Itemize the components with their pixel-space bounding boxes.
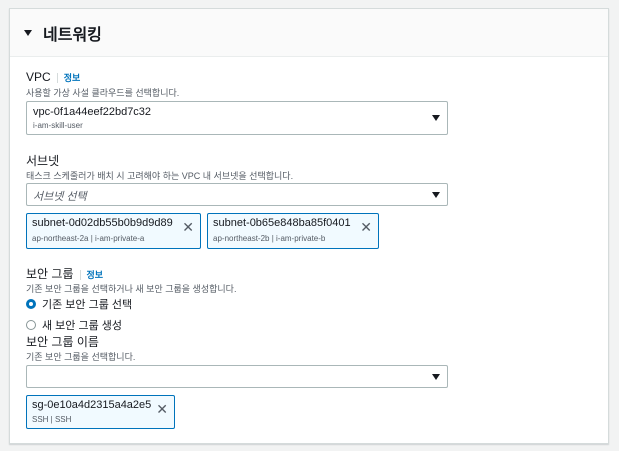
radio-unselected-icon[interactable] xyxy=(26,320,36,330)
security-group-token-detail: SSH | SSH xyxy=(32,415,72,424)
vpc-selected-id: vpc-0f1a44eef22bd7c32 xyxy=(33,106,152,118)
subnet-token-detail: ap-northeast-2b | i-am-private-b xyxy=(213,234,326,243)
vpc-label: VPC xyxy=(26,70,51,84)
security-group-token: sg-0e10a4d2315a4a2e5 SSH | SSH ✕ xyxy=(26,395,175,429)
subnet-label: 서브넷 xyxy=(26,154,60,168)
security-group-name-label: 보안 그룹 이름 xyxy=(26,335,99,349)
close-icon[interactable]: ✕ xyxy=(360,220,372,234)
subnet-token: subnet-0b65e848ba85f0401 ap-northeast-2b… xyxy=(207,213,379,249)
vpc-description: 사용할 가상 사설 클라우드를 선택합니다. xyxy=(26,88,180,98)
chevron-down-icon xyxy=(432,115,440,121)
subnet-token-id: subnet-0b65e848ba85f0401 xyxy=(213,217,351,229)
close-icon[interactable]: ✕ xyxy=(182,220,194,234)
security-group-select[interactable] xyxy=(26,365,448,388)
chevron-down-icon xyxy=(432,191,440,198)
radio-selected-icon[interactable] xyxy=(26,299,36,309)
security-group-info-link[interactable]: 정보 xyxy=(79,270,104,280)
vpc-selected-name: i-am-skill-user xyxy=(33,121,83,130)
radio-label: 새 보안 그룹 생성 xyxy=(42,320,123,332)
subnet-description: 태스크 스케줄러가 배치 시 고려해야 하는 VPC 내 서브넷을 선택합니다. xyxy=(26,171,294,181)
vpc-select[interactable]: vpc-0f1a44eef22bd7c32 i-am-skill-user xyxy=(26,101,448,135)
vpc-label-row: VPC 정보 xyxy=(26,70,81,84)
subnet-token-id: subnet-0d02db55b0b9d9d89 xyxy=(32,217,173,229)
caret-down-icon[interactable] xyxy=(24,30,32,36)
radio-label: 기존 보안 그룹 선택 xyxy=(42,299,133,311)
subnet-placeholder: 서브넷 선택 xyxy=(33,191,87,203)
panel-header[interactable]: 네트워킹 xyxy=(10,9,608,57)
security-group-description: 기존 보안 그룹을 선택하거나 새 보안 그룹을 생성합니다. xyxy=(26,284,237,294)
subnet-select[interactable]: 서브넷 선택 xyxy=(26,183,448,206)
networking-panel: 네트워킹 VPC 정보 사용할 가상 사설 클라우드를 선택합니다. vpc-0f… xyxy=(9,8,609,444)
security-group-label-row: 보안 그룹 정보 xyxy=(26,265,104,282)
security-group-name-description: 기존 보안 그룹을 선택합니다. xyxy=(26,352,136,362)
radio-new-security-group[interactable]: 새 보안 그룹 생성 xyxy=(26,317,122,333)
subnet-token: subnet-0d02db55b0b9d9d89 ap-northeast-2a… xyxy=(26,213,201,249)
vpc-info-link[interactable]: 정보 xyxy=(56,73,81,83)
panel-title: 네트워킹 xyxy=(43,26,102,44)
close-icon[interactable]: ✕ xyxy=(156,402,168,416)
security-group-token-id: sg-0e10a4d2315a4a2e5 xyxy=(32,399,152,411)
security-group-label: 보안 그룹 xyxy=(26,267,74,281)
chevron-down-icon xyxy=(432,373,440,380)
radio-existing-security-group[interactable]: 기존 보안 그룹 선택 xyxy=(26,296,132,312)
subnet-token-detail: ap-northeast-2a | i-am-private-a xyxy=(32,234,145,243)
